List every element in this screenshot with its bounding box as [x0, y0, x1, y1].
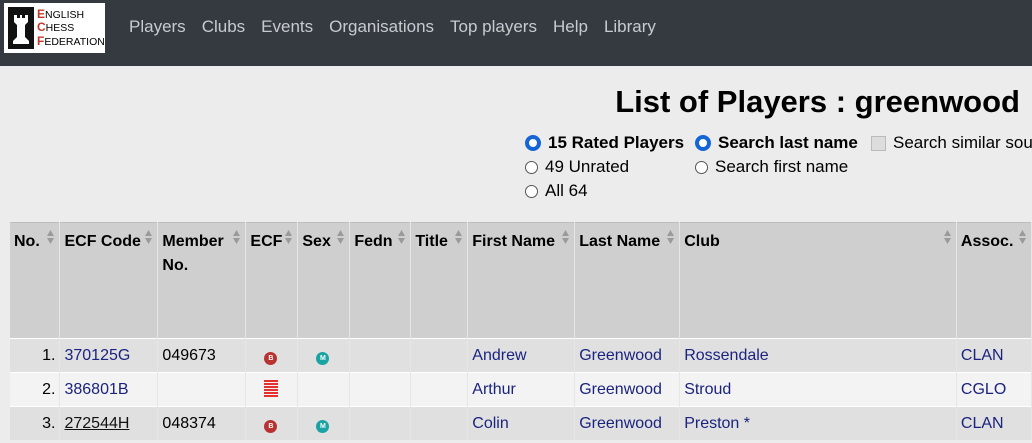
row-number: 1. [10, 338, 61, 373]
assoc-link[interactable]: CLAN [961, 415, 1004, 432]
ecf-code-link[interactable]: 272544H [64, 415, 129, 432]
sort-icon [562, 230, 570, 244]
filter-all-radio[interactable]: All 64 [525, 181, 588, 201]
sort-icon [337, 230, 345, 244]
col-fedn[interactable]: Fedn [349, 222, 412, 339]
first-name-link[interactable]: Arthur [472, 381, 516, 398]
col-ecf[interactable]: ECF [245, 222, 299, 339]
search-last-name-radio[interactable]: Search last name [695, 133, 858, 153]
title-cell [410, 372, 469, 407]
fedn-cell [349, 372, 412, 407]
row-number: 2. [10, 372, 61, 407]
checkbox-icon [871, 135, 886, 151]
nav-organisations[interactable]: Organisations [329, 17, 434, 37]
nav-help[interactable]: Help [553, 17, 588, 37]
search-first-name-radio[interactable]: Search first name [695, 157, 848, 177]
col-member-no[interactable]: Member No. [157, 222, 247, 339]
member-no: 049673 [157, 338, 247, 373]
sort-icon [47, 230, 55, 244]
last-name-link[interactable]: Greenwood [579, 347, 662, 364]
sort-icon [285, 230, 293, 244]
col-first-name[interactable]: First Name [467, 222, 576, 339]
filter-rated-radio[interactable]: 15 Rated Players [525, 133, 684, 153]
ecf-b-badge-icon: B [264, 351, 278, 365]
players-table: No. ECF Code Member No. ECF Sex Fedn Tit… [10, 222, 1032, 440]
col-ecf-code[interactable]: ECF Code [59, 222, 159, 339]
nav-events[interactable]: Events [261, 17, 313, 37]
radio-selected-icon [695, 135, 711, 151]
assoc-link[interactable]: CLAN [961, 347, 1004, 364]
radio-selected-icon [525, 135, 541, 151]
first-name-link[interactable]: Colin [472, 415, 508, 432]
table-row: 2. 386801B Arthur Greenwood Stroud CGLO [10, 372, 1032, 407]
sort-icon [943, 230, 951, 244]
radio-icon [695, 160, 708, 174]
radio-icon [525, 184, 538, 198]
nav-top-players[interactable]: Top players [450, 17, 537, 37]
sort-icon [233, 230, 241, 244]
filter-unrated-radio[interactable]: 49 Unrated [525, 157, 629, 177]
col-title[interactable]: Title [410, 222, 469, 339]
first-name-link[interactable]: Andrew [472, 347, 526, 364]
member-no: 048374 [157, 406, 247, 440]
sort-icon [667, 230, 675, 244]
logo-text: ENGLISH CHESS FEDERATION [37, 6, 105, 48]
sort-icon [398, 230, 406, 244]
ecf-bars-icon [264, 380, 279, 398]
assoc-link[interactable]: CGLO [961, 381, 1006, 398]
sex-cell [297, 372, 351, 407]
col-sex[interactable]: Sex [297, 222, 351, 339]
table-row: 1. 370125G 049673 B M Andrew Greenwood R… [10, 338, 1032, 373]
fedn-cell [349, 406, 412, 440]
sort-icon [145, 230, 153, 244]
sex-m-badge-icon: M [316, 351, 330, 365]
rook-icon [8, 7, 34, 49]
club-link[interactable]: Rossendale [684, 347, 769, 364]
title-cell [410, 338, 469, 373]
ecf-code-link[interactable]: 386801B [64, 381, 128, 398]
nav-clubs[interactable]: Clubs [202, 17, 245, 37]
row-number: 3. [10, 406, 61, 440]
club-link[interactable]: Stroud [684, 381, 731, 398]
last-name-link[interactable]: Greenwood [579, 415, 662, 432]
nav-library[interactable]: Library [604, 17, 656, 37]
member-no [157, 372, 247, 407]
page-title: List of Players : greenwood [615, 84, 1020, 119]
sort-icon [455, 230, 463, 244]
sort-icon [1019, 230, 1026, 244]
col-last-name[interactable]: Last Name [574, 222, 681, 339]
ecf-code-link[interactable]: 370125G [64, 347, 130, 364]
sex-m-badge-icon: M [316, 419, 330, 433]
ecf-logo[interactable]: ENGLISH CHESS FEDERATION [4, 3, 105, 53]
main-nav: Players Clubs Events Organisations Top p… [129, 17, 656, 37]
last-name-link[interactable]: Greenwood [579, 381, 662, 398]
search-similar-checkbox[interactable]: Search similar soun [871, 133, 1032, 153]
club-link[interactable]: Preston * [684, 415, 750, 432]
col-assoc[interactable]: Assoc. [956, 222, 1032, 339]
top-navbar: ENGLISH CHESS FEDERATION Players Clubs E… [0, 0, 1032, 66]
col-no[interactable]: No. [10, 222, 61, 339]
radio-icon [525, 160, 538, 174]
nav-players[interactable]: Players [129, 17, 186, 37]
fedn-cell [349, 338, 412, 373]
table-row: 3. 272544H 048374 B M Colin Greenwood Pr… [10, 406, 1032, 440]
col-club[interactable]: Club [679, 222, 957, 339]
title-cell [410, 406, 469, 440]
ecf-b-badge-icon: B [264, 419, 278, 433]
